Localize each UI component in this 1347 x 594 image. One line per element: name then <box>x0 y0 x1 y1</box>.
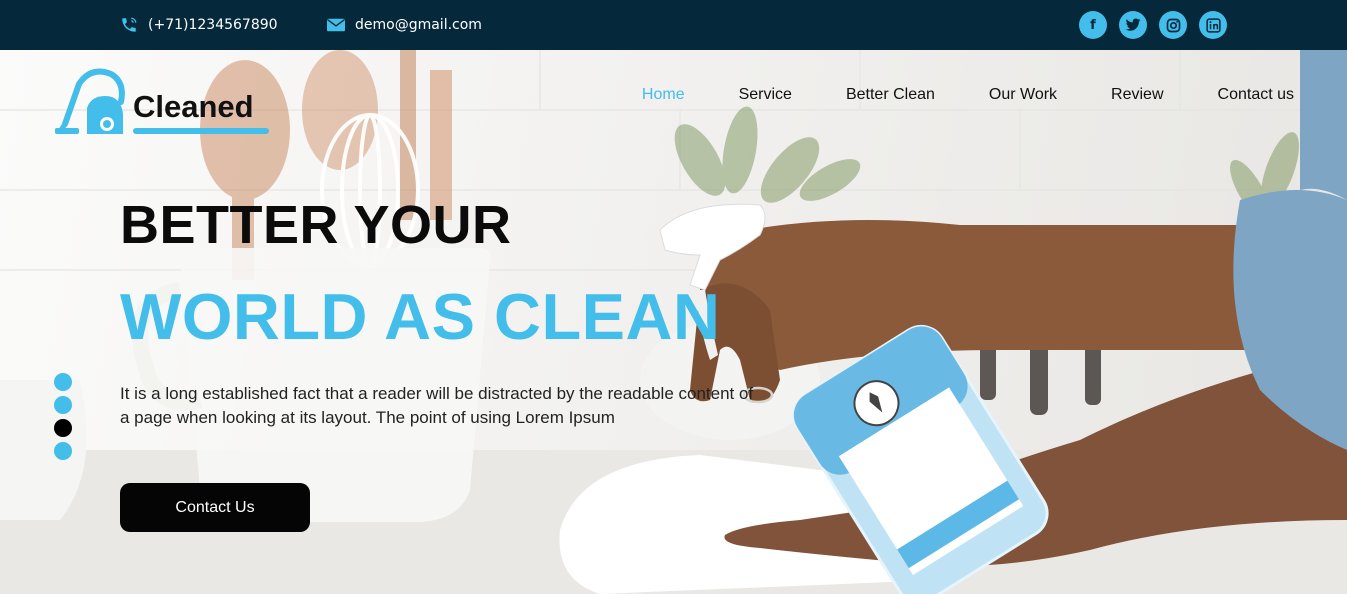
nav-item-contact-us[interactable]: Contact us <box>1218 86 1294 104</box>
logo-text: Cleaned <box>133 91 269 136</box>
slider-dot-3[interactable] <box>54 419 72 437</box>
social-links: f <box>1079 11 1227 39</box>
slider-dot-1[interactable] <box>54 373 72 391</box>
facebook-icon[interactable]: f <box>1079 11 1107 39</box>
twitter-icon[interactable] <box>1119 11 1147 39</box>
phone-contact[interactable]: (+71)1234567890 <box>120 0 278 50</box>
slider-dot-2[interactable] <box>54 396 72 414</box>
hero-title-line2: WORLD AS CLEAN <box>120 280 721 353</box>
hero-description: It is a long established fact that a rea… <box>120 384 754 427</box>
instagram-icon[interactable] <box>1159 11 1187 39</box>
nav-item-home[interactable]: Home <box>642 86 685 104</box>
hero-title-line1: BETTER YOUR <box>120 195 512 255</box>
top-bar: (+71)1234567890 demo@gmail.com f <box>0 0 1347 50</box>
email-address: demo@gmail.com <box>355 17 482 33</box>
phone-number: (+71)1234567890 <box>148 17 278 33</box>
nav-item-service[interactable]: Service <box>739 86 792 104</box>
envelope-icon <box>327 16 345 34</box>
contact-us-button[interactable]: Contact Us <box>120 483 310 532</box>
hero-section: Cleaned Home Service Better Clean Our Wo… <box>0 50 1347 594</box>
main-nav: Home Service Better Clean Our Work Revie… <box>642 86 1294 104</box>
logo[interactable]: Cleaned <box>55 68 269 136</box>
linkedin-icon[interactable] <box>1199 11 1227 39</box>
phone-icon <box>120 16 138 34</box>
slider-dots <box>54 373 72 460</box>
nav-item-our-work[interactable]: Our Work <box>989 86 1057 104</box>
nav-item-better-clean[interactable]: Better Clean <box>846 86 935 104</box>
vacuum-cleaner-icon <box>55 68 125 134</box>
email-contact[interactable]: demo@gmail.com <box>327 0 482 50</box>
nav-item-review[interactable]: Review <box>1111 86 1163 104</box>
slider-dot-4[interactable] <box>54 442 72 460</box>
